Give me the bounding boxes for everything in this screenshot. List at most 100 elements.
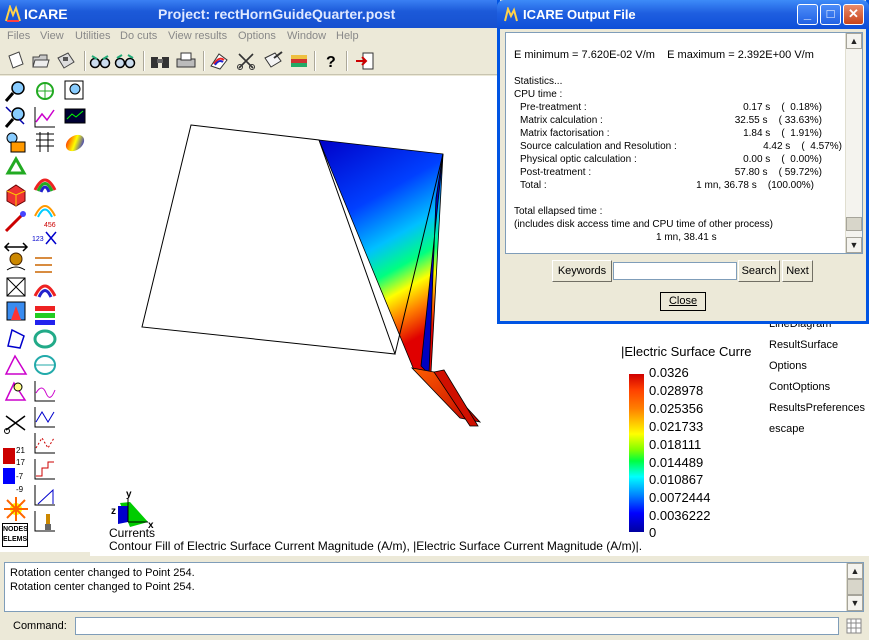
menu-options[interactable]: Options xyxy=(769,360,807,372)
triangle-icon[interactable] xyxy=(3,352,29,378)
menu-view-results[interactable]: View results xyxy=(168,30,227,42)
menu-cont-options[interactable]: ContOptions xyxy=(769,381,830,393)
rainbow-arc-3-icon[interactable] xyxy=(32,276,58,302)
close-icon[interactable]: ✕ xyxy=(843,4,864,25)
legend-colorbar xyxy=(629,374,644,532)
zoom-out-glasses-icon[interactable] xyxy=(114,50,136,72)
menu-escape[interactable]: escape xyxy=(769,423,804,435)
vector-arrows-icon[interactable] xyxy=(32,252,58,278)
monitor-graph-icon[interactable] xyxy=(62,104,88,130)
menu-window[interactable]: Window xyxy=(287,30,326,42)
scissors-icon[interactable] xyxy=(235,50,257,72)
legend-value: 0.025356 xyxy=(649,401,704,416)
recycle-icon[interactable] xyxy=(3,156,29,182)
next-button[interactable]: Next xyxy=(782,260,813,282)
output-text-area[interactable]: E minimum = 7.620E-02 V/m E maximum = 2.… xyxy=(505,32,863,254)
save-disk-icon[interactable] xyxy=(55,50,77,72)
maximize-icon[interactable]: □ xyxy=(820,4,841,25)
paint-brush-icon[interactable] xyxy=(32,508,58,534)
scroll-thumb[interactable] xyxy=(846,217,862,231)
triangle-plot-icon[interactable] xyxy=(32,482,58,508)
log-line: Rotation center changed to Point 254. xyxy=(10,567,195,579)
redsphere-icon[interactable] xyxy=(3,182,29,208)
graph-line-icon[interactable] xyxy=(32,104,58,130)
scroll-up-icon[interactable]: ▲ xyxy=(847,563,863,579)
output-file-window: ICARE Output File _ □ ✕ E minimum = 7.62… xyxy=(497,0,869,324)
menu-view[interactable]: View xyxy=(40,30,64,42)
results-side-menu: LineDiagram ResultSurface Options ContOp… xyxy=(766,300,869,556)
menu-do-cuts[interactable]: Do cuts xyxy=(120,30,157,42)
numbering-cross-icon[interactable] xyxy=(44,226,70,252)
menu-files[interactable]: Files xyxy=(7,30,30,42)
stat-label: Source calculation and Resolution : xyxy=(520,141,677,152)
zoom-out-icon[interactable] xyxy=(3,104,29,130)
caption-result-description: Contour Fill of Electric Surface Current… xyxy=(109,539,643,553)
exit-icon[interactable] xyxy=(354,50,376,72)
dotted-plot-icon[interactable] xyxy=(32,430,58,456)
menu-help[interactable]: Help xyxy=(336,30,359,42)
legend-value: 0.010867 xyxy=(649,472,704,487)
rotate-mesh-icon[interactable] xyxy=(32,78,58,104)
nodes-elems-button[interactable]: NODES ELEMS xyxy=(2,523,28,547)
new-file-icon[interactable] xyxy=(5,50,27,72)
message-log[interactable]: Rotation center changed to Point 254. Ro… xyxy=(4,562,864,612)
rainbow-arc-2-icon[interactable] xyxy=(32,196,58,222)
menu-result-surface[interactable]: ResultSurface xyxy=(769,339,838,351)
zoom-fit-icon[interactable] xyxy=(62,78,88,104)
minimize-icon[interactable]: _ xyxy=(797,4,818,25)
pointer-tool-icon[interactable] xyxy=(3,208,29,234)
notebook-icon[interactable] xyxy=(262,50,284,72)
scroll-down-icon[interactable]: ▼ xyxy=(847,595,863,611)
menu-results-preferences[interactable]: ResultsPreferences xyxy=(769,402,865,414)
books-icon[interactable] xyxy=(288,50,310,72)
keywords-button[interactable]: Keywords xyxy=(552,260,612,282)
zoom-in-icon[interactable] xyxy=(3,78,29,104)
rainbow-icon[interactable] xyxy=(208,50,230,72)
step-plot-icon[interactable] xyxy=(32,456,58,482)
close-button[interactable]: Close xyxy=(660,292,706,311)
rotate-person-icon[interactable] xyxy=(3,250,29,276)
rainbow-arc-icon[interactable] xyxy=(32,170,58,196)
cut-scissors-icon[interactable] xyxy=(3,410,29,436)
scroll-thumb[interactable] xyxy=(847,579,863,595)
toolbar-separator xyxy=(143,51,145,71)
scale-label-2: 17 xyxy=(16,458,25,467)
menu-options[interactable]: Options xyxy=(238,30,276,42)
search-button[interactable]: Search xyxy=(738,260,780,282)
help-icon[interactable]: ? xyxy=(320,50,342,72)
polygon-icon[interactable] xyxy=(3,326,29,352)
size-grip-icon[interactable] xyxy=(846,618,862,634)
log-scrollbar[interactable]: ▲ ▼ xyxy=(846,563,863,611)
scroll-up-icon[interactable]: ▲ xyxy=(846,33,862,49)
scale-color-blue xyxy=(3,468,15,484)
menu-utilities[interactable]: Utilities xyxy=(75,30,110,42)
scroll-down-icon[interactable]: ▼ xyxy=(846,237,862,253)
keyword-search-input[interactable] xyxy=(613,262,737,280)
box-mesh-icon[interactable] xyxy=(3,274,29,300)
shell-icon[interactable] xyxy=(32,352,58,378)
open-folder-icon[interactable] xyxy=(30,50,52,72)
surface-plot-icon[interactable] xyxy=(3,298,29,324)
stat-value: 0.00 s ( 0.00%) xyxy=(743,154,822,165)
output-window-title: ICARE Output File xyxy=(523,7,636,22)
tool-palette: 21 17 -7 -9 NODES ELEMS 456 123 xyxy=(0,76,90,552)
torus-icon[interactable] xyxy=(32,326,58,352)
command-input[interactable] xyxy=(75,617,839,635)
stat-label: Pre-treatment : xyxy=(520,102,587,113)
color-burst-icon[interactable] xyxy=(3,496,29,522)
curve-plot-2-icon[interactable] xyxy=(32,404,58,430)
mesh-grid-icon[interactable] xyxy=(32,130,58,156)
legend-value: 0.0326 xyxy=(649,365,689,380)
color-bars-icon[interactable] xyxy=(32,302,58,328)
binoculars-icon[interactable] xyxy=(149,50,171,72)
geometry-mag-icon[interactable] xyxy=(3,378,29,404)
zoom-in-glasses-icon[interactable] xyxy=(89,50,111,72)
output-scrollbar[interactable]: ▲ ▼ xyxy=(845,33,862,253)
axis-triad xyxy=(118,499,148,527)
curve-plot-icon[interactable] xyxy=(32,378,58,404)
zoom-box-icon[interactable] xyxy=(3,130,29,156)
output-window-titlebar[interactable]: ICARE Output File _ □ ✕ xyxy=(497,0,869,29)
print-icon[interactable] xyxy=(175,50,197,72)
color-map-icon[interactable] xyxy=(62,130,88,156)
elapsed-note: (includes disk access time and CPU time … xyxy=(514,219,773,230)
